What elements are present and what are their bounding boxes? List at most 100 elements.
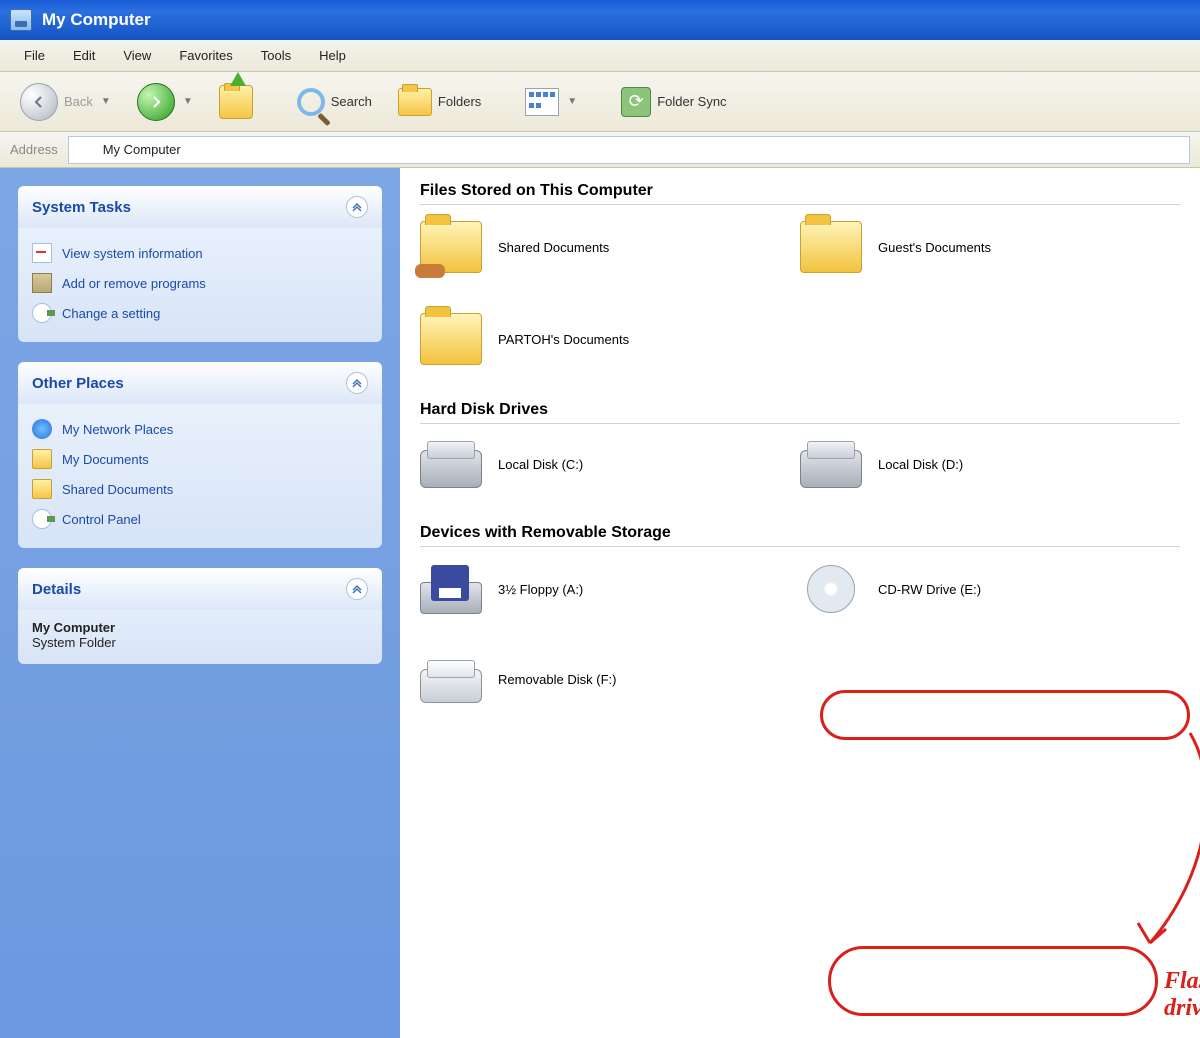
place-label: Shared Documents — [62, 482, 173, 497]
network-icon — [32, 419, 52, 439]
folder-icon — [32, 479, 52, 499]
search-icon — [297, 88, 325, 116]
menu-file[interactable]: File — [10, 44, 59, 67]
chevron-down-icon: ▼ — [101, 96, 111, 107]
back-arrow-icon — [20, 83, 58, 121]
menu-tools[interactable]: Tools — [247, 44, 305, 67]
forward-button[interactable]: ▼ — [129, 79, 201, 125]
forward-arrow-icon — [137, 83, 175, 121]
folder-icon — [32, 449, 52, 469]
gear-icon — [32, 509, 52, 529]
place-control-panel[interactable]: Control Panel — [32, 504, 368, 534]
panel-details: Details My Computer System Folder — [18, 568, 382, 664]
side-pane: System Tasks View system information Add… — [0, 168, 400, 1038]
floppy-drive-icon — [420, 582, 482, 614]
item-partoh-documents[interactable]: PARTOH's Documents — [420, 313, 740, 365]
folder-sync-button[interactable]: ⟳ Folder Sync — [613, 83, 734, 121]
folder-icon — [800, 221, 862, 273]
folder-up-icon — [219, 85, 253, 119]
task-change-setting[interactable]: Change a setting — [32, 298, 368, 328]
panel-other-places: Other Places My Network Places My Docume… — [18, 362, 382, 548]
folders-icon — [398, 88, 432, 116]
panel-title: Details — [32, 581, 81, 598]
panel-system-tasks: System Tasks View system information Add… — [18, 186, 382, 342]
menubar: File Edit View Favorites Tools Help — [0, 40, 1200, 72]
cd-drive-icon — [800, 563, 862, 615]
hard-disk-icon — [420, 450, 482, 488]
panel-header[interactable]: Details — [18, 568, 382, 610]
place-label: Control Panel — [62, 512, 141, 527]
menu-favorites[interactable]: Favorites — [165, 44, 246, 67]
search-button[interactable]: Search — [289, 84, 380, 120]
hard-disk-icon — [800, 450, 862, 488]
item-label: Local Disk (D:) — [878, 457, 963, 472]
group-heading-removable: Devices with Removable Storage — [420, 524, 1180, 547]
item-label: Local Disk (C:) — [498, 457, 583, 472]
item-local-disk-c[interactable]: Local Disk (C:) — [420, 440, 740, 488]
place-shared-documents[interactable]: Shared Documents — [32, 474, 368, 504]
item-label: Guest's Documents — [878, 240, 991, 255]
annotation-circle-removable — [828, 946, 1158, 1016]
content-pane: Files Stored on This Computer Shared Doc… — [400, 168, 1200, 1038]
address-bar: Address My Computer — [0, 132, 1200, 168]
chevron-down-icon: ▼ — [567, 96, 577, 107]
shared-folder-icon — [420, 221, 482, 273]
task-label: View system information — [62, 246, 203, 261]
item-removable-f[interactable]: Removable Disk (F:) — [420, 655, 740, 703]
address-label: Address — [10, 142, 58, 157]
views-button[interactable]: ▼ — [517, 84, 585, 120]
task-label: Change a setting — [62, 306, 160, 321]
task-view-system-info[interactable]: View system information — [32, 238, 368, 268]
folders-button[interactable]: Folders — [390, 84, 489, 120]
collapse-icon[interactable] — [346, 578, 368, 600]
panel-title: System Tasks — [32, 199, 131, 216]
task-add-remove-programs[interactable]: Add or remove programs — [32, 268, 368, 298]
place-network[interactable]: My Network Places — [32, 414, 368, 444]
place-my-documents[interactable]: My Documents — [32, 444, 368, 474]
item-cd-rw-e[interactable]: CD-RW Drive (E:) — [800, 563, 1120, 615]
menu-edit[interactable]: Edit — [59, 44, 109, 67]
body: System Tasks View system information Add… — [0, 168, 1200, 1038]
collapse-icon[interactable] — [346, 196, 368, 218]
gear-icon — [32, 303, 52, 323]
document-icon — [32, 243, 52, 263]
menu-help[interactable]: Help — [305, 44, 360, 67]
panel-header[interactable]: System Tasks — [18, 186, 382, 228]
collapse-icon[interactable] — [346, 372, 368, 394]
annotation-text: Flash drive — [1164, 968, 1200, 1022]
panel-title: Other Places — [32, 375, 124, 392]
up-button[interactable] — [211, 81, 261, 123]
group-heading-files: Files Stored on This Computer — [420, 182, 1180, 205]
removable-disk-icon — [420, 669, 482, 703]
sync-icon: ⟳ — [621, 87, 651, 117]
my-computer-icon — [10, 9, 32, 31]
item-label: Shared Documents — [498, 240, 609, 255]
search-label: Search — [331, 94, 372, 109]
item-local-disk-d[interactable]: Local Disk (D:) — [800, 440, 1120, 488]
panel-header[interactable]: Other Places — [18, 362, 382, 404]
detail-subtitle: System Folder — [32, 635, 368, 650]
back-label: Back — [64, 94, 93, 109]
toolbar: Back ▼ ▼ Search Folders ▼ ⟳ Folder Sync — [0, 72, 1200, 132]
item-floppy-a[interactable]: 3½ Floppy (A:) — [420, 563, 740, 615]
my-computer-icon — [77, 141, 95, 159]
item-guest-documents[interactable]: Guest's Documents — [800, 221, 1120, 273]
window-title: My Computer — [42, 10, 151, 30]
address-field[interactable]: My Computer — [68, 136, 1190, 164]
folder-sync-label: Folder Sync — [657, 94, 726, 109]
back-button[interactable]: Back ▼ — [12, 79, 119, 125]
task-label: Add or remove programs — [62, 276, 206, 291]
item-shared-documents[interactable]: Shared Documents — [420, 221, 740, 273]
group-heading-hdd: Hard Disk Drives — [420, 401, 1180, 424]
box-icon — [32, 273, 52, 293]
annotation-arrow — [1100, 723, 1200, 963]
item-label: CD-RW Drive (E:) — [878, 582, 981, 597]
menu-view[interactable]: View — [109, 44, 165, 67]
address-value: My Computer — [103, 142, 181, 157]
titlebar: My Computer — [0, 0, 1200, 40]
item-label: PARTOH's Documents — [498, 332, 629, 347]
detail-title: My Computer — [32, 620, 368, 635]
place-label: My Documents — [62, 452, 149, 467]
folders-label: Folders — [438, 94, 481, 109]
item-label: 3½ Floppy (A:) — [498, 582, 583, 597]
